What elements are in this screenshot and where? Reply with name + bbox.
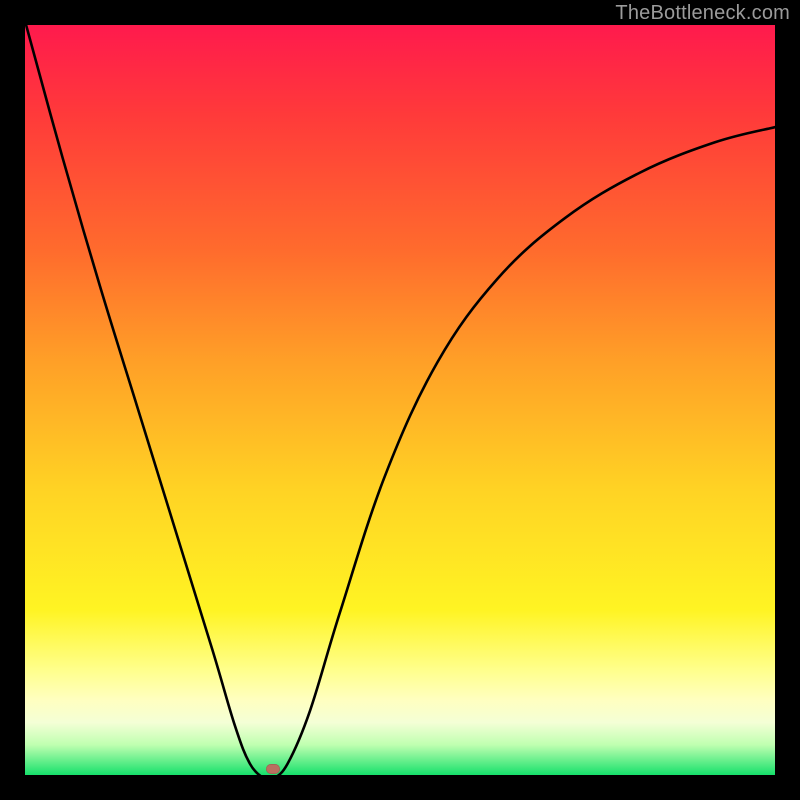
watermark-text: TheBottleneck.com xyxy=(615,2,790,25)
bottleneck-curve xyxy=(25,25,775,775)
optimal-point-marker xyxy=(266,764,280,774)
chart-frame: TheBottleneck.com xyxy=(0,0,800,800)
chart-plot-area xyxy=(25,25,775,775)
